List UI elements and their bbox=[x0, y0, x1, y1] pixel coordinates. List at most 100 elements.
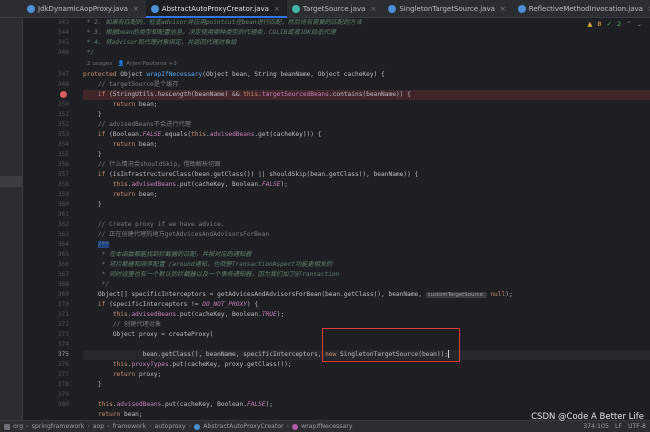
line-number: 343 bbox=[57, 19, 69, 26]
line-number: 376 bbox=[57, 361, 69, 368]
code-line: if (isInfrastructureClass(bean.getClass(… bbox=[97, 171, 419, 178]
code-line: * 2. 如果有匹配的，检查advisor并应用pointcut在bean进行匹… bbox=[83, 19, 362, 26]
code-line: } bbox=[83, 201, 102, 208]
close-icon[interactable]: × bbox=[133, 5, 139, 13]
tab-reflectivemethodinvocation[interactable]: ReflectiveMethodInvocation.java× bbox=[513, 0, 650, 17]
text-caret bbox=[448, 350, 450, 358]
close-icon[interactable]: × bbox=[500, 5, 506, 13]
warning-icon: ▲ bbox=[587, 20, 593, 28]
code-line: this.advisedBeans.put(cacheKey, Boolean.… bbox=[112, 311, 285, 318]
code-line-current: bean.getClass(), beanName, specificInter… bbox=[83, 350, 650, 360]
line-number: 359 bbox=[57, 191, 69, 198]
code-line: */ bbox=[97, 281, 110, 288]
method-icon bbox=[292, 423, 299, 430]
line-number: 377 bbox=[57, 371, 69, 378]
breadcrumb-item[interactable]: springframework bbox=[32, 423, 85, 430]
line-number: 356 bbox=[57, 161, 69, 168]
line-number: 353 bbox=[57, 131, 69, 138]
code-line: this.advisedBeans.put(cacheKey, Boolean.… bbox=[97, 401, 274, 408]
tool-window-marker[interactable] bbox=[0, 176, 22, 187]
line-number: 346 bbox=[57, 49, 69, 56]
line-number: 365 bbox=[57, 251, 69, 258]
line-number: 369 bbox=[57, 291, 69, 298]
code-line: return bean; bbox=[112, 141, 158, 148]
editor-tab-bar: JdkDynamicAopProxy.java × AbstractAutoPro… bbox=[0, 0, 650, 18]
code-line: return bean; bbox=[112, 101, 158, 108]
inspection-indicators[interactable]: ▲ 8 ✓ 2 ⌃ ⌄ bbox=[587, 20, 642, 28]
code-line: */ bbox=[83, 49, 95, 56]
chevron-down-icon[interactable]: ⌄ bbox=[637, 20, 642, 28]
code-line: } bbox=[83, 111, 102, 118]
line-number: 360 bbox=[57, 201, 69, 208]
close-icon[interactable]: × bbox=[274, 5, 280, 13]
line-number: 378 bbox=[57, 381, 69, 388]
line-number: 357 bbox=[57, 171, 69, 178]
code-line: } bbox=[83, 381, 102, 388]
status-right: 374:105 LF UTF-8 bbox=[583, 423, 650, 430]
line-number: 352 bbox=[57, 121, 69, 128]
line-number-current: 375 bbox=[57, 351, 69, 358]
line-number: 355 bbox=[57, 151, 69, 158]
line-number: 344 bbox=[57, 29, 69, 36]
class-file-icon bbox=[27, 4, 35, 13]
tab-jdkdynamicaopproxy[interactable]: JdkDynamicAopProxy.java × bbox=[22, 0, 146, 17]
breadcrumb-item[interactable]: wrapIfNecessary bbox=[301, 423, 352, 430]
line-number: 350 bbox=[57, 101, 69, 108]
line-number: 367 bbox=[57, 271, 69, 278]
cursor-position[interactable]: 374:105 bbox=[583, 423, 609, 430]
code-line: Object[] specificInterceptors = getAdvic… bbox=[83, 291, 513, 298]
close-icon[interactable]: × bbox=[370, 5, 376, 13]
tab-singletontargetsource[interactable]: SingletonTargetSource.java × bbox=[383, 0, 512, 17]
code-line: /** bbox=[97, 241, 110, 248]
line-number: 366 bbox=[57, 261, 69, 268]
line-number: 347 bbox=[57, 71, 69, 78]
usages-hint[interactable]: 2 usages 👤 Arjen Poutsma +3 bbox=[87, 59, 177, 69]
line-number: 372 bbox=[57, 321, 69, 328]
code-line: // Create proxy if we have advice. bbox=[97, 221, 225, 228]
tab-targetsource[interactable]: TargetSource.java × bbox=[287, 0, 383, 17]
code-line: // advisedBeans不会进行代理 bbox=[97, 121, 191, 128]
line-number: 362 bbox=[57, 221, 69, 228]
file-encoding[interactable]: UTF-8 bbox=[628, 423, 646, 430]
line-number: 373 bbox=[57, 331, 69, 338]
class-file-icon bbox=[388, 4, 397, 13]
line-number: 370 bbox=[57, 301, 69, 308]
line-separator[interactable]: LF bbox=[615, 423, 622, 430]
breadcrumb-item[interactable]: AbstractAutoProxyCreator bbox=[203, 423, 283, 430]
code-line: if (specificInterceptors != DO_NOT_PROXY… bbox=[97, 301, 259, 308]
code-line: * 4. 将advisor和代理对象绑定，并返回代理对象给 bbox=[83, 39, 237, 46]
breadcrumb-item[interactable]: autoproxy bbox=[155, 423, 186, 430]
class-file-icon bbox=[150, 4, 159, 13]
left-tool-strip bbox=[0, 18, 23, 420]
breakpoint-icon[interactable] bbox=[60, 91, 67, 98]
ide-window: JdkDynamicAopProxy.java × AbstractAutoPro… bbox=[0, 0, 650, 432]
breadcrumb-item[interactable]: org bbox=[13, 423, 23, 430]
chevron-up-icon[interactable]: ⌃ bbox=[626, 20, 631, 28]
line-number: 379 bbox=[57, 391, 69, 398]
line-number: 363 bbox=[57, 231, 69, 238]
breadcrumb-item[interactable]: framework bbox=[113, 423, 146, 430]
code-line: this.advisedBeans.put(cacheKey, Boolean.… bbox=[112, 181, 288, 188]
tab-abstractautoproxycreator[interactable]: AbstractAutoProxyCreator.java × bbox=[145, 0, 287, 18]
code-line: // 创建代理对象 bbox=[112, 321, 162, 328]
interface-file-icon bbox=[291, 4, 300, 13]
author-icon: 👤 bbox=[117, 61, 125, 67]
code-line: return bean; bbox=[112, 191, 158, 198]
line-number: 374 bbox=[57, 341, 69, 348]
line-number: 351 bbox=[57, 111, 69, 118]
code-line-method-signature: protected Object wrapIfNecessary(Object … bbox=[83, 71, 385, 78]
code-line: return proxy; bbox=[112, 371, 162, 378]
class-file-icon bbox=[517, 4, 526, 13]
code-line: // 正在创建代理的地方getAdvicesAndAdvisorsForBean bbox=[97, 231, 270, 238]
breadcrumb-item[interactable]: aop bbox=[93, 423, 105, 430]
line-number: 361 bbox=[57, 211, 69, 218]
code-editor[interactable]: * 2. 如果有匹配的，检查advisor并应用pointcut在bean进行匹… bbox=[83, 18, 650, 420]
code-line-breakpoint: if (StringUtils.hasLength(beanName) && t… bbox=[83, 90, 650, 100]
code-line: * 在本函数都能找到拦截器的匹配，并按对应的通知器 bbox=[97, 251, 252, 258]
code-line: * 同时这里也有一个默认的拦截器以及一个事务通知器，因为我们加了@Transac… bbox=[97, 271, 340, 278]
class-icon bbox=[194, 423, 201, 430]
line-number: 364 bbox=[57, 241, 69, 248]
